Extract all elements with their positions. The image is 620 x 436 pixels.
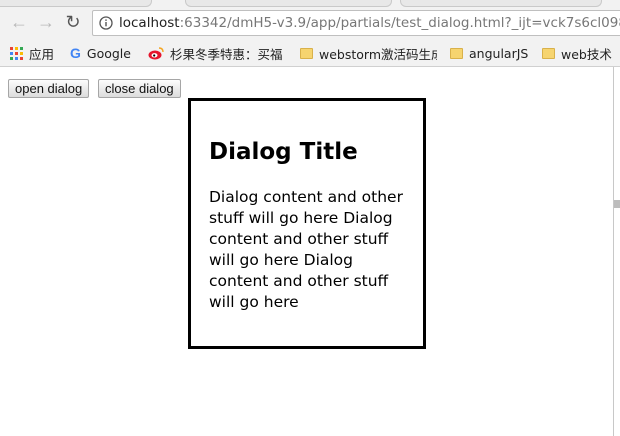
dialog-content: Dialog content and other stuff will go h… — [209, 188, 403, 311]
weibo-icon — [148, 46, 164, 59]
info-icon[interactable] — [99, 16, 113, 30]
bookmark-folder-webstorm[interactable]: webstorm激活码生成 — [300, 44, 437, 62]
dialog: Dialog Title Dialog content and other st… — [188, 98, 426, 349]
google-g-icon: G — [70, 45, 81, 61]
open-dialog-button[interactable]: open dialog — [8, 79, 90, 98]
forward-arrow-icon[interactable]: → — [35, 11, 57, 33]
browser-toolbar: ← → ↻ localhost:63342/dmH5-v3.9/app/part… — [0, 7, 620, 39]
bookmark-label: 应用 — [29, 46, 55, 62]
bookmarks-bar: 应用 G Google 杉果冬季特惠：买福 webstorm激活码生成 angu… — [0, 39, 620, 67]
reload-icon[interactable]: ↻ — [62, 11, 84, 33]
folder-icon — [450, 47, 463, 59]
bookmark-label: angularJS — [469, 45, 529, 61]
bookmark-google[interactable]: G Google — [70, 44, 131, 62]
bookmark-label: webstorm激活码生成 — [319, 46, 437, 62]
dialog-title: Dialog Title — [209, 139, 358, 165]
url-text: localhost:63342/dmH5-v3.9/app/partials/t… — [119, 15, 620, 31]
bookmark-folder-webtech[interactable]: web技术 — [542, 44, 612, 62]
close-dialog-button[interactable]: close dialog — [98, 79, 181, 98]
bookmark-label: 杉果冬季特惠：买福 — [170, 46, 283, 62]
tab-inactive[interactable] — [400, 0, 602, 7]
address-bar[interactable]: localhost:63342/dmH5-v3.9/app/partials/t… — [92, 10, 620, 36]
tab-active[interactable] — [185, 0, 392, 7]
url-path: :63342/dmH5-v3.9/app/partials/test_dialo… — [179, 15, 620, 31]
apps-grid-icon — [10, 46, 23, 60]
bookmark-apps[interactable]: 应用 — [10, 44, 54, 62]
bookmark-label: web技术 — [561, 46, 612, 62]
folder-icon — [542, 47, 555, 59]
tab-strip — [0, 0, 620, 7]
page-content: open dialog close dialog Dialog Title Di… — [0, 67, 614, 436]
scrollbar[interactable] — [613, 67, 620, 436]
bookmark-folder-angularjs[interactable]: angularJS — [450, 44, 528, 62]
url-host: localhost — [119, 15, 180, 31]
folder-icon — [300, 47, 313, 59]
bookmark-label: Google — [86, 45, 131, 61]
scrollbar-thumb[interactable] — [614, 200, 620, 208]
bookmark-weibo[interactable]: 杉果冬季特惠：买福 — [148, 44, 283, 62]
back-arrow-icon[interactable]: ← — [8, 11, 30, 33]
tab-inactive[interactable] — [0, 0, 152, 7]
